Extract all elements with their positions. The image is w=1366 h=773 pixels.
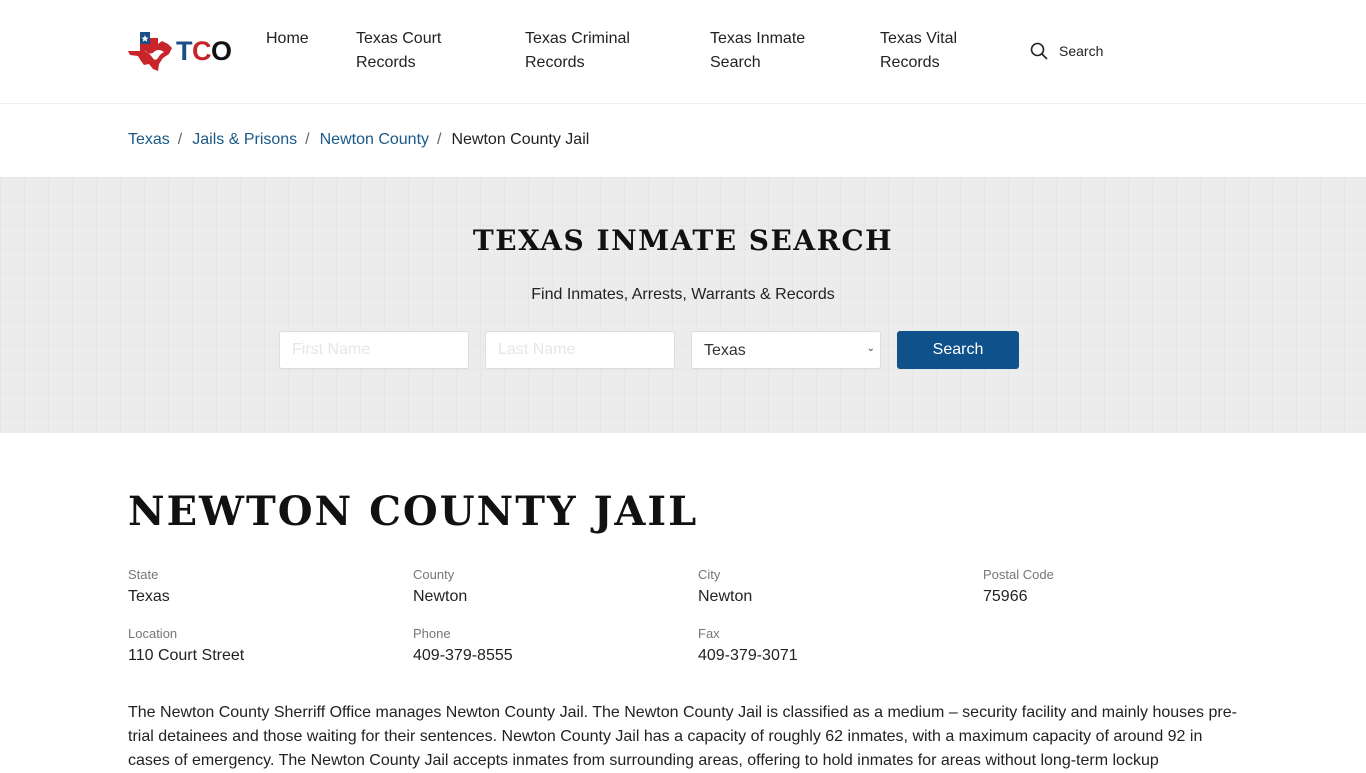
info-value: 75966 bbox=[983, 588, 1028, 605]
nav-texas-inmate-search[interactable]: Texas Inmate Search bbox=[710, 27, 820, 75]
nav-texas-court-records[interactable]: Texas Court Records bbox=[356, 27, 466, 75]
info-fax: Fax 409-379-3071 bbox=[698, 626, 798, 666]
breadcrumb-separator: / bbox=[305, 131, 310, 148]
breadcrumb-jails-prisons[interactable]: Jails & Prisons bbox=[192, 131, 297, 149]
site-logo[interactable]: TCO bbox=[128, 30, 232, 72]
info-label: County bbox=[413, 567, 455, 582]
first-name-input[interactable] bbox=[279, 331, 469, 369]
breadcrumb-separator: / bbox=[177, 131, 183, 148]
main-content: NEWTON COUNTY JAIL State Texas County Ne… bbox=[128, 433, 1238, 769]
header-search-label: Search bbox=[1059, 43, 1104, 59]
hero-title: TEXAS INMATE SEARCH bbox=[472, 224, 894, 257]
info-phone: Phone 409-379-8555 bbox=[413, 626, 513, 666]
nav-home[interactable]: Home bbox=[266, 27, 309, 51]
info-label: Phone bbox=[413, 626, 451, 641]
info-label: City bbox=[698, 567, 721, 582]
info-city: City Newton bbox=[698, 567, 752, 607]
state-select-wrapper: Texas ⌄ bbox=[691, 331, 881, 369]
texas-flag-logo-icon bbox=[128, 32, 172, 71]
info-label: Postal Code bbox=[983, 567, 1054, 582]
info-label: Location bbox=[128, 626, 178, 641]
page-title: NEWTON COUNTY JAIL bbox=[128, 488, 699, 535]
inmate-search-button[interactable]: Search bbox=[897, 331, 1019, 369]
info-postal-code: Postal Code 75966 bbox=[983, 567, 1054, 607]
last-name-input[interactable] bbox=[485, 331, 675, 369]
info-value: 110 Court Street bbox=[128, 647, 245, 664]
info-county: County Newton bbox=[413, 567, 467, 607]
inmate-search-hero: TEXAS INMATE SEARCH Find Inmates, Arrest… bbox=[0, 177, 1366, 433]
info-value: Newton bbox=[413, 588, 468, 605]
logo-text: TCO bbox=[176, 35, 232, 66]
site-header: TCO Home Texas Court Records Texas Crimi… bbox=[0, 0, 1366, 104]
state-select[interactable]: Texas bbox=[691, 331, 881, 369]
info-location: Location 110 Court Street bbox=[128, 626, 244, 666]
info-label: Fax bbox=[698, 626, 720, 641]
info-label: State bbox=[128, 567, 159, 582]
info-state: State Texas bbox=[128, 567, 170, 607]
search-icon bbox=[1030, 42, 1048, 60]
info-value: 409-379-8555 bbox=[413, 647, 513, 664]
info-value: Newton bbox=[698, 588, 753, 605]
nav-texas-criminal-records[interactable]: Texas Criminal Records bbox=[525, 27, 645, 75]
breadcrumb: Texas / Jails & Prisons / Newton County … bbox=[0, 104, 1366, 176]
info-value: 409-379-3071 bbox=[698, 647, 798, 664]
breadcrumb-texas[interactable]: Texas bbox=[128, 131, 170, 149]
breadcrumb-current: Newton County Jail bbox=[451, 131, 590, 148]
header-search-button[interactable]: Search bbox=[1030, 42, 1103, 60]
breadcrumb-separator: / bbox=[437, 131, 442, 148]
info-value: Texas bbox=[128, 588, 170, 605]
breadcrumb-newton-county[interactable]: Newton County bbox=[320, 131, 429, 149]
facility-description: The Newton County Sherriff Office manage… bbox=[128, 704, 1237, 769]
hero-subtitle: Find Inmates, Arrests, Warrants & Record… bbox=[531, 286, 835, 303]
nav-texas-vital-records[interactable]: Texas Vital Records bbox=[880, 27, 980, 75]
